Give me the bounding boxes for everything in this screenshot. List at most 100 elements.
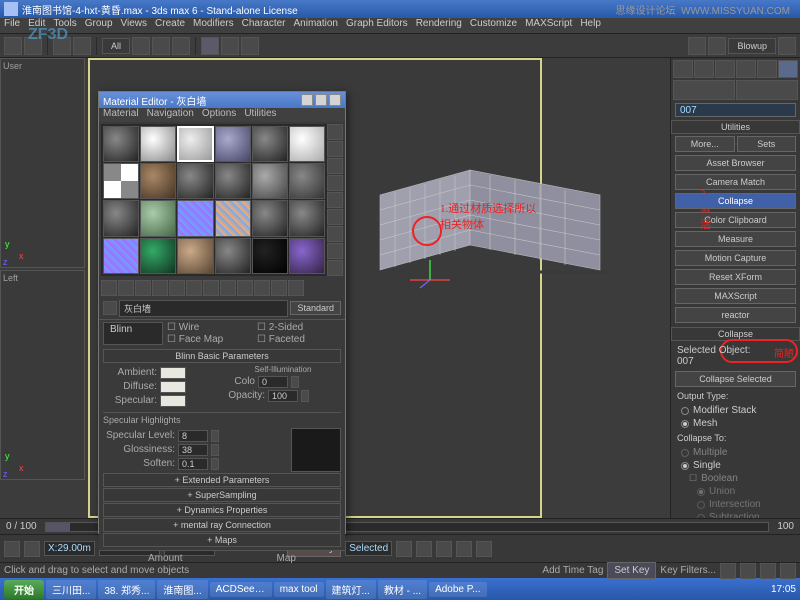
select-region-button[interactable]	[172, 37, 190, 55]
swatch[interactable]	[252, 238, 288, 274]
spinner-icon[interactable]	[211, 430, 219, 442]
mated-menu-nav[interactable]: Navigation	[147, 108, 194, 122]
menu-views[interactable]: Views	[121, 18, 148, 33]
swatch[interactable]	[140, 126, 176, 162]
menu-animation[interactable]: Animation	[294, 18, 338, 33]
speclevel-value[interactable]: 8	[178, 430, 208, 442]
menu-customize[interactable]: Customize	[470, 18, 517, 33]
rollup-supersampling[interactable]: SuperSampling	[103, 488, 341, 502]
undo-button[interactable]	[4, 37, 22, 55]
material-editor-window[interactable]: Material Editor - 灰白墙 Material Navigatio…	[98, 91, 346, 534]
swatch[interactable]	[215, 200, 251, 236]
tab-hierarchy-icon[interactable]	[715, 60, 735, 78]
taskbar-item[interactable]: 建筑灯...	[326, 580, 376, 599]
viewport-user[interactable]: User xyz	[0, 58, 85, 268]
swatch[interactable]	[140, 238, 176, 274]
taskbar-item[interactable]: 教材 - ...	[378, 580, 427, 599]
show-map-icon[interactable]	[237, 280, 253, 296]
taskbar-item[interactable]: max tool	[274, 582, 324, 597]
material-swatches[interactable]	[101, 124, 327, 276]
menu-create[interactable]: Create	[155, 18, 185, 33]
measure-button[interactable]: Measure	[675, 231, 796, 247]
put-to-lib-icon[interactable]	[203, 280, 219, 296]
menu-rendering[interactable]: Rendering	[416, 18, 462, 33]
move-button[interactable]	[201, 37, 219, 55]
mateffects-icon[interactable]	[220, 280, 236, 296]
util-sub-icon[interactable]	[736, 80, 798, 100]
chk-2sided[interactable]: ☐ 2-Sided	[257, 322, 341, 333]
key-filters-button[interactable]: Key Filters...	[660, 565, 716, 576]
rollup-mentalray[interactable]: mental ray Connection	[103, 518, 341, 532]
rollup-maps[interactable]: Maps	[103, 533, 341, 547]
setkey-button[interactable]: Set Key	[607, 562, 656, 579]
play-end-icon[interactable]	[476, 541, 492, 557]
swatch[interactable]	[140, 200, 176, 236]
get-material-icon[interactable]	[101, 280, 117, 296]
taskbar-item[interactable]: 淮南图...	[157, 580, 207, 599]
sets-button[interactable]: Sets	[737, 136, 797, 152]
mated-menu-material[interactable]: Material	[103, 108, 139, 122]
diffuse-swatch[interactable]	[160, 381, 186, 393]
keymode-dropdown[interactable]: Selected	[345, 541, 392, 556]
chk-faceted[interactable]: ☐ Faceted	[257, 334, 341, 345]
matlib-icon[interactable]	[327, 260, 343, 276]
snap-icon[interactable]	[24, 541, 40, 557]
close-icon[interactable]	[329, 94, 341, 106]
menu-modifiers[interactable]: Modifiers	[193, 18, 234, 33]
rollup-utilities-header[interactable]: Utilities	[671, 120, 800, 134]
taskbar-item[interactable]: ACDSee ...	[210, 582, 272, 597]
assign-to-sel-icon[interactable]	[135, 280, 151, 296]
material-type-button[interactable]: Standard	[290, 301, 341, 315]
more-button[interactable]: More...	[675, 136, 735, 152]
nav-orbit-icon[interactable]	[760, 563, 776, 579]
show-end-icon[interactable]	[254, 280, 270, 296]
util-sub-icon[interactable]	[673, 80, 735, 100]
menu-help[interactable]: Help	[580, 18, 601, 33]
reactor-button[interactable]: reactor	[675, 307, 796, 323]
taskbar-item[interactable]: 三川田...	[46, 580, 96, 599]
chk-facemap[interactable]: ☐ Face Map	[167, 334, 251, 345]
unlink-button[interactable]	[73, 37, 91, 55]
swatch[interactable]	[252, 163, 288, 199]
swatch-active[interactable]	[177, 126, 213, 162]
lock-icon[interactable]	[4, 541, 20, 557]
background-icon[interactable]	[327, 158, 343, 174]
swatch[interactable]	[177, 238, 213, 274]
mated-menu-options[interactable]: Options	[202, 108, 236, 122]
rollup-dynamics[interactable]: Dynamics Properties	[103, 503, 341, 517]
shader-dropdown[interactable]: Blinn	[103, 322, 163, 345]
color-clipboard-button[interactable]: Color Clipboard	[675, 212, 796, 228]
viewmode-dropdown[interactable]: Blowup	[728, 38, 776, 54]
main-menu[interactable]: File Edit Tools Group Views Create Modif…	[0, 18, 800, 34]
make-unique-icon[interactable]	[186, 280, 202, 296]
backlight-icon[interactable]	[327, 141, 343, 157]
swatch[interactable]	[289, 238, 325, 274]
selfillum-value[interactable]: 0	[258, 376, 288, 388]
pick-material-icon[interactable]	[103, 301, 117, 315]
nav-up-icon[interactable]	[271, 280, 287, 296]
nav-maxview-icon[interactable]	[780, 563, 796, 579]
menu-character[interactable]: Character	[242, 18, 286, 33]
swatch[interactable]	[103, 200, 139, 236]
swatch[interactable]	[103, 163, 139, 199]
tray-clock[interactable]: 17:05	[771, 584, 796, 595]
menu-group[interactable]: Group	[85, 18, 113, 33]
swatch[interactable]	[103, 126, 139, 162]
timeline-head[interactable]	[46, 523, 70, 531]
swatch[interactable]	[177, 163, 213, 199]
video-check-icon[interactable]	[327, 192, 343, 208]
coord-x[interactable]: X:29.00m	[44, 541, 95, 556]
spinner-icon[interactable]	[301, 390, 309, 402]
play-start-icon[interactable]	[396, 541, 412, 557]
swatch[interactable]	[289, 163, 325, 199]
rotate-button[interactable]	[221, 37, 239, 55]
maxscript-button[interactable]: MAXScript	[675, 288, 796, 304]
swatch[interactable]	[289, 126, 325, 162]
opacity-value[interactable]: 100	[268, 390, 298, 402]
swatch[interactable]	[215, 163, 251, 199]
radio-modstack[interactable]: Modifier Stack	[681, 405, 790, 416]
swatch[interactable]	[140, 163, 176, 199]
play-icon[interactable]	[436, 541, 452, 557]
selection-filter[interactable]: All	[102, 38, 130, 54]
spinner-icon[interactable]	[291, 376, 299, 388]
